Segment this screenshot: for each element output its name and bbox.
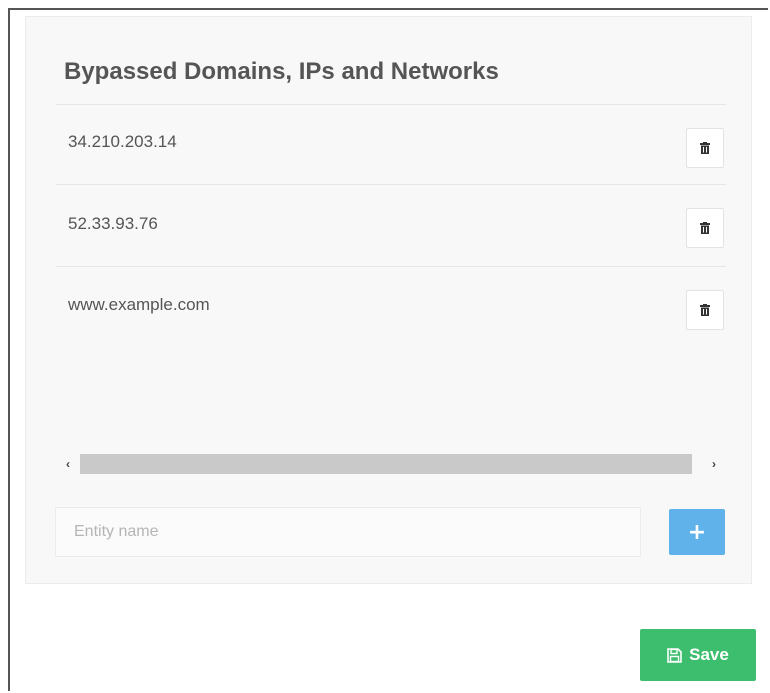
- delete-entry-button[interactable]: [686, 290, 724, 330]
- trash-icon: [700, 304, 710, 316]
- panel-title: Bypassed Domains, IPs and Networks: [64, 58, 499, 85]
- entry-value: 34.210.203.14: [68, 132, 177, 151]
- horizontal-scrollbar[interactable]: ‹ ›: [56, 452, 726, 476]
- entity-name-input[interactable]: [55, 507, 641, 557]
- delete-entry-button[interactable]: [686, 208, 724, 248]
- list-item: www.example.com: [56, 268, 726, 348]
- delete-entry-button[interactable]: [686, 128, 724, 168]
- scrollbar-thumb[interactable]: [80, 454, 692, 474]
- row-divider: [56, 266, 726, 267]
- floppy-disk-icon: [667, 647, 682, 663]
- scroll-left-arrow[interactable]: ‹: [58, 452, 78, 476]
- add-entity-button[interactable]: +: [669, 509, 725, 555]
- entry-value: 52.33.93.76: [68, 214, 158, 233]
- save-button-label: Save: [689, 645, 729, 664]
- save-button[interactable]: Save: [640, 629, 756, 681]
- trash-icon: [700, 142, 710, 154]
- list-item: 34.210.203.14: [56, 105, 726, 185]
- list-item: 52.33.93.76: [56, 187, 726, 267]
- scroll-right-arrow[interactable]: ›: [704, 452, 724, 476]
- entry-value: www.example.com: [68, 295, 210, 314]
- row-divider: [56, 184, 726, 185]
- trash-icon: [700, 222, 710, 234]
